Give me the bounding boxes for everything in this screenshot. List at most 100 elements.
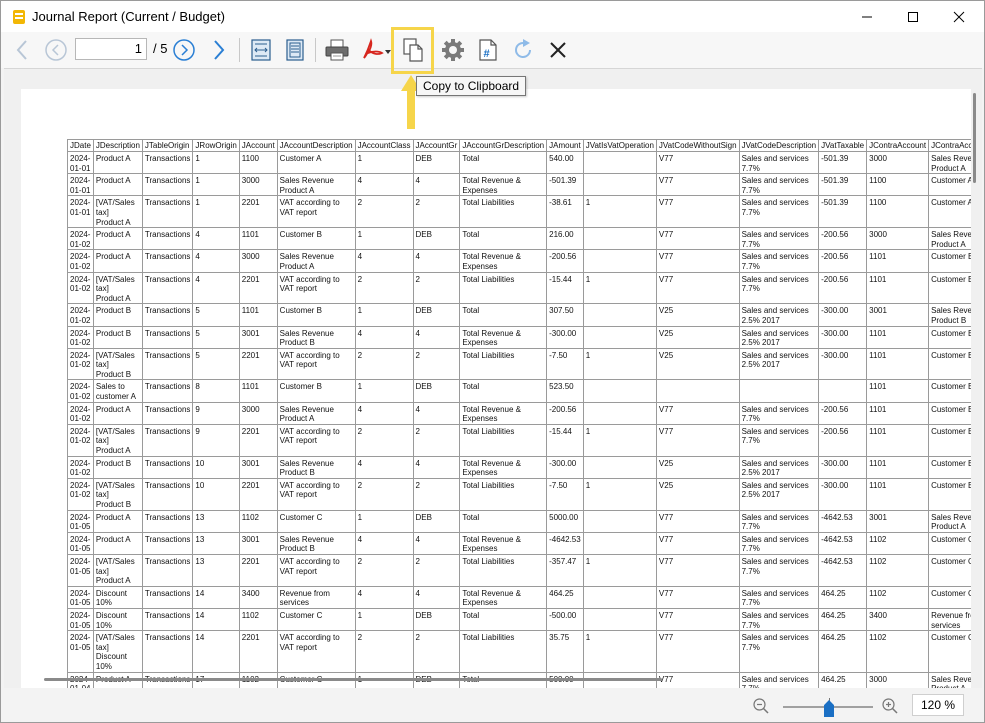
minimize-button[interactable] [844,1,890,32]
table-cell: Total Revenue & Expenses [459,456,548,479]
zoom-slider-thumb[interactable] [824,700,834,717]
pdf-export-button[interactable] [356,35,394,65]
table-cell: Sales Revenue Product A [276,249,356,273]
table-cell: 464.25 [546,586,584,609]
settings-button[interactable] [438,35,468,65]
table-cell: -300.00 [818,478,868,511]
table-cell: 2024-01-05 [67,510,94,533]
toolbar-separator [239,38,240,62]
table-cell: -200.56 [818,249,868,273]
table-cell: Sales Revenue Product A [276,173,356,197]
table-cell: Sales and services 2.5% 2017 [738,478,820,511]
table-cell: V25 [655,326,740,349]
table-cell: Customer B [928,424,971,457]
table-cell: 2024-01-02 [67,272,94,305]
vertical-scrollbar[interactable] [973,93,976,183]
table-cell: 2 [412,272,461,305]
table-cell: -300.00 [818,348,868,381]
table-cell: Revenue from services [276,586,356,609]
table-cell: 1101 [866,249,930,273]
table-cell: 2201 [238,348,278,381]
nav-forward-button[interactable] [204,35,234,65]
table-cell: V77 [655,510,740,533]
app-logo-icon [13,10,25,24]
table-cell: Customer C [928,532,971,555]
journal-table: JDate JDescription JTableOrigin JRowOrigin J… [67,139,971,688]
horizontal-scrollbar[interactable] [44,678,662,681]
table-cell: Product A [92,510,143,533]
table-cell [738,379,820,403]
table-cell: 2024-01-02 [67,227,94,251]
table-cell: 2 [354,424,414,457]
table-cell: VAT according to VAT report [276,348,356,381]
table-cell [582,151,657,175]
next-page-button[interactable] [169,35,199,65]
close-window-button[interactable] [936,1,982,32]
table-cell: Transactions [141,272,194,305]
table-cell: 2024-01-05 [67,586,94,609]
table-cell: V77 [655,586,740,609]
table-cell: Transactions [141,586,194,609]
column-header: JDescription [92,139,143,152]
table-cell: -501.39 [818,195,868,229]
table-cell: Total Revenue & Expenses [459,326,548,349]
fit-page-button[interactable] [280,35,310,65]
table-cell: 4 [354,456,414,479]
table-cell: -500.00 [546,608,584,632]
table-cell: -15.44 [546,424,584,457]
table-cell: V77 [655,227,740,251]
table-cell: -501.39 [546,173,584,197]
table-cell [582,456,657,479]
table-cell: Sales and services 7.7% [738,510,820,533]
print-button[interactable] [322,35,352,65]
zoom-in-icon[interactable] [881,697,899,715]
table-cell: 1102 [238,510,278,533]
table-cell: Sales and services 7.7% [738,586,820,609]
fit-width-icon [251,39,271,61]
table-row: 2024-01-01 [VAT/Sales tax] Product A Trans… [67,195,971,229]
page-number-settings-button[interactable]: # [473,35,503,65]
table-row: 2024-01-02 [VAT/Sales tax] Product B Trans… [67,348,971,381]
table-cell: 1101 [866,456,930,479]
table-cell: -4642.53 [818,510,868,533]
report-viewport[interactable]: JDate JDescription JTableOrigin JRowOrigin J… [4,68,982,688]
table-cell: 1 [582,424,657,457]
table-cell: Transactions [141,379,194,403]
table-cell: Sales and services 7.7% [738,532,820,555]
table-cell: Sales and services 7.7% [738,554,820,587]
copy-button-highlight [391,27,434,74]
table-cell: Total Liabilities [459,424,548,457]
table-cell: 464.25 [818,586,868,609]
table-cell: Transactions [141,456,194,479]
table-cell: Sales and services 7.7% [738,195,820,229]
table-cell: V77 [655,672,740,688]
column-header: JRowOrigin [192,139,240,152]
close-report-button[interactable] [543,35,573,65]
table-cell: Total Revenue & Expenses [459,402,548,425]
table-cell [582,227,657,251]
table-cell: [VAT/Sales tax] Product B [92,348,143,381]
column-header: JVatIsVatOperation [582,139,657,152]
title-bar: Journal Report (Current / Budget) [1,1,984,32]
maximize-button[interactable] [890,1,936,32]
table-cell: -200.56 [818,402,868,425]
table-cell: Customer B [928,478,971,511]
table-cell: 1101 [866,326,930,349]
table-cell: 1101 [866,402,930,425]
table-cell: Sales Revenue Product A [928,227,971,251]
table-row: 2024-01-02 Product B Transactions 5 3001 Sale… [67,326,971,349]
table-cell: 1101 [238,379,278,403]
refresh-button[interactable] [508,35,538,65]
table-cell: DEB [412,510,461,533]
fit-width-button[interactable] [246,35,276,65]
zoom-level-field[interactable]: 120 % [912,694,964,716]
zoom-out-icon[interactable] [752,697,770,715]
table-cell: 2024-01-02 [67,249,94,273]
table-cell [582,303,657,327]
table-cell: -4642.53 [546,532,584,555]
table-cell: VAT according to VAT report [276,478,356,511]
table-cell: 3001 [238,326,278,349]
table-cell: Total Liabilities [459,195,548,229]
table-cell: VAT according to VAT report [276,195,356,229]
table-row: 2024-01-02 Product A Transactions 9 3000 Sale… [67,402,971,425]
